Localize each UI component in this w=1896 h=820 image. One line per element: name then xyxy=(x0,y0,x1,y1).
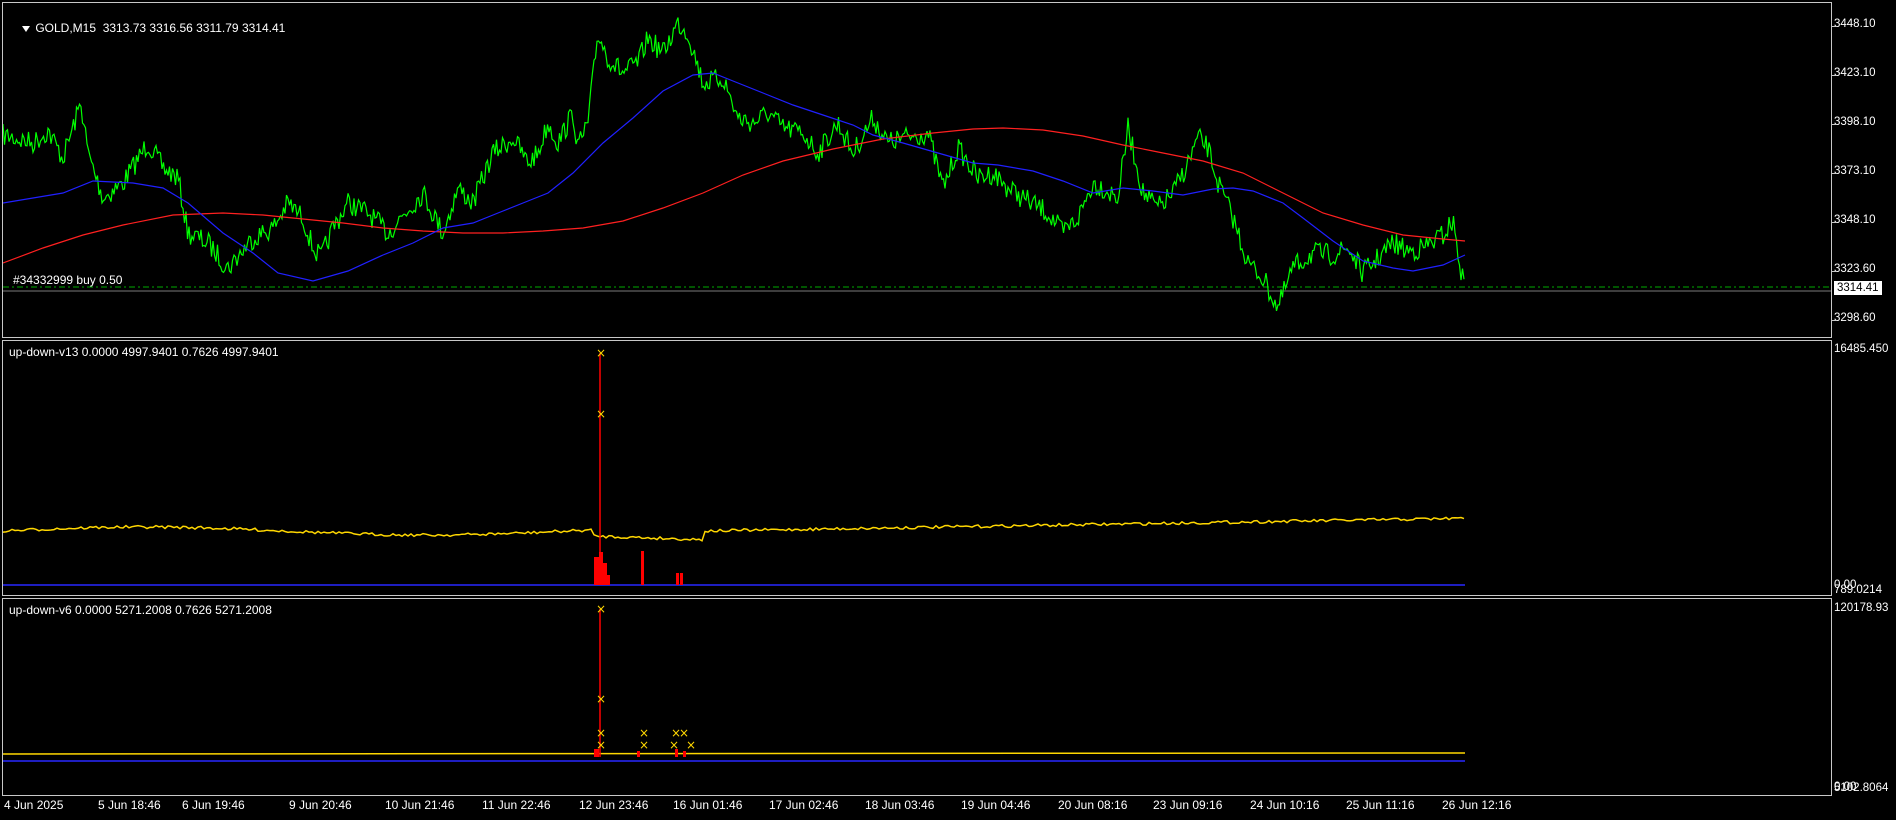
signal-marker: × xyxy=(596,738,606,752)
time-axis-label: 26 Jun 12:16 xyxy=(1442,798,1512,812)
price-axis-tick xyxy=(1832,271,1837,272)
ma-slow-line xyxy=(3,127,1466,264)
indicator-yellow-line xyxy=(3,516,1465,542)
ind1-scale-level: 789.0214 xyxy=(1834,584,1882,596)
indicator-bar xyxy=(599,552,603,585)
price-axis-label: 3398.10 xyxy=(1834,116,1876,128)
indicator-title-v13: up-down-v13 0.0000 4997.9401 0.7626 4997… xyxy=(9,345,279,359)
ind1-scale-max: 16485.450 xyxy=(1834,343,1889,355)
ind2-scale-level: 5102.8064 xyxy=(1834,782,1889,794)
time-axis-label: 11 Jun 22:46 xyxy=(482,798,551,812)
indicator-canvas-v13[interactable]: ×× xyxy=(3,341,1832,596)
price-chart-canvas[interactable] xyxy=(3,3,1832,338)
indicator-canvas-v6[interactable]: ××××××××× × xyxy=(3,599,1832,796)
price-series xyxy=(3,17,1465,312)
symbol-title: GOLD,M15 3313.73 3316.56 3311.79 3314.41 xyxy=(9,7,285,49)
price-chart-pane[interactable]: GOLD,M15 3313.73 3316.56 3311.79 3314.41… xyxy=(2,2,1832,338)
ind2-scale-max: 120178.93 xyxy=(1834,602,1889,614)
indicator-pane-up-down-v6[interactable]: × × × × × × × × × × up-down-v6 0.0000 5271.2008 0… xyxy=(2,598,1832,796)
order-label[interactable]: #34332999 buy 0.50 xyxy=(13,273,122,287)
time-axis-label: 19 Jun 04:46 xyxy=(961,798,1031,812)
signal-marker: × xyxy=(596,407,606,421)
symbol-title-text: GOLD,M15 3313.73 3316.56 3311.79 3314.41 xyxy=(35,21,286,35)
indicator-bar xyxy=(641,551,644,585)
time-axis-label: 23 Jun 09:16 xyxy=(1153,798,1223,812)
time-axis-label: 6 Jun 19:46 xyxy=(182,798,245,812)
price-axis-tick xyxy=(1832,124,1837,125)
current-price-tag: 3314.41 xyxy=(1834,281,1882,295)
ma-fast-line xyxy=(3,72,1466,282)
price-axis-label: 3323.60 xyxy=(1834,263,1876,275)
signal-marker: × xyxy=(596,692,606,706)
time-axis-label: 12 Jun 23:46 xyxy=(579,798,649,812)
time-axis-label: 24 Jun 10:16 xyxy=(1250,798,1320,812)
price-axis-tick xyxy=(1832,75,1837,76)
price-axis-label: 3423.10 xyxy=(1834,67,1876,79)
signal-marker: × xyxy=(639,738,649,752)
price-axis-label: 3348.10 xyxy=(1834,214,1876,226)
price-axis-tick xyxy=(1832,26,1837,27)
indicator-bar xyxy=(676,573,679,585)
time-axis-label: 5 Jun 18:46 xyxy=(98,798,161,812)
dropdown-triangle-icon[interactable] xyxy=(22,25,31,32)
time-axis-label: 17 Jun 02:46 xyxy=(769,798,839,812)
indicator-pane-up-down-v13[interactable]: × × up-down-v13 0.0000 4997.9401 0.7626 4… xyxy=(2,340,1832,596)
price-axis-tick xyxy=(1832,320,1837,321)
time-axis-label: 4 Jun 2025 xyxy=(4,798,64,812)
price-axis-tick xyxy=(1832,222,1837,223)
time-axis-label: 9 Jun 20:46 xyxy=(289,798,352,812)
signal-marker: × xyxy=(669,738,679,752)
indicator-yellow-line xyxy=(3,752,1466,755)
time-axis-label: 18 Jun 03:46 xyxy=(865,798,935,812)
signal-marker: × xyxy=(596,346,606,360)
time-axis-label: 25 Jun 11:16 xyxy=(1346,798,1415,812)
price-axis-label: 3298.60 xyxy=(1834,312,1876,324)
time-axis-label: 16 Jun 01:46 xyxy=(673,798,743,812)
signal-marker: × xyxy=(596,602,606,616)
time-axis-label: 10 Jun 21:46 xyxy=(385,798,455,812)
indicator-title-v6: up-down-v6 0.0000 5271.2008 0.7626 5271.… xyxy=(9,603,272,617)
indicator-bar xyxy=(603,563,607,585)
indicator-bar xyxy=(680,573,683,585)
signal-marker: × xyxy=(686,738,696,752)
price-axis-label: 3448.10 xyxy=(1834,18,1876,30)
price-axis-tick xyxy=(1832,173,1837,174)
price-axis-label: 3373.10 xyxy=(1834,165,1876,177)
indicator-bar xyxy=(607,575,610,585)
time-axis-label: 20 Jun 08:16 xyxy=(1058,798,1128,812)
